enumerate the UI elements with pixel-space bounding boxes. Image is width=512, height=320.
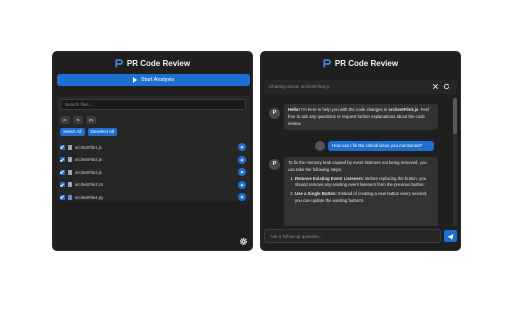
greeting-text: Hello! bbox=[288, 107, 300, 112]
checkbox-checked[interactable] bbox=[60, 169, 65, 175]
step-title: Remove Existing Event Listeners bbox=[295, 175, 363, 181]
scrollbar-thumb[interactable] bbox=[453, 98, 457, 134]
file-name: src/testFile3.js bbox=[75, 169, 102, 175]
list-item: Remove Existing Event Listeners: Before … bbox=[295, 176, 434, 190]
chat-input-row: Ask a follow-up question... bbox=[264, 229, 457, 243]
chat-messages: P Hello! I'm here to help you with the c… bbox=[264, 98, 451, 226]
start-analysis-button[interactable]: Start Analysis bbox=[57, 74, 250, 86]
filter-ts[interactable]: ts bbox=[73, 116, 83, 124]
assistant-avatar: P bbox=[269, 159, 280, 170]
file-list-container: Search files... js ts py Select All Dese… bbox=[57, 96, 250, 204]
extension-filters: js ts py bbox=[60, 116, 97, 124]
list-item: Use a Single Button: Instead of creating… bbox=[295, 191, 434, 205]
pr-logo-icon bbox=[115, 58, 123, 67]
file-name: src/testFile3.cs bbox=[75, 182, 103, 188]
send-button[interactable] bbox=[444, 230, 457, 242]
file-name: src/testFile4.py bbox=[75, 194, 104, 200]
select-all-button[interactable]: Select All bbox=[60, 128, 85, 136]
file-icon bbox=[68, 157, 72, 163]
checkbox-checked[interactable] bbox=[60, 157, 65, 163]
file-icon bbox=[68, 169, 72, 175]
view-icon[interactable]: ◉ bbox=[238, 180, 246, 189]
assistant-message: Hello! I'm here to help you with the cod… bbox=[284, 104, 438, 131]
assistant-avatar: P bbox=[269, 108, 280, 119]
refresh-icon[interactable] bbox=[443, 83, 450, 90]
file-icon bbox=[68, 182, 72, 188]
chatting-about-label: Chatting about: src/testFile3.js bbox=[269, 84, 330, 89]
file-icon bbox=[68, 144, 72, 150]
pr-logo-icon bbox=[323, 58, 331, 67]
app-title: PR Code Review bbox=[334, 58, 399, 68]
message-text: To fix the memory leak caused by event l… bbox=[288, 160, 427, 172]
selection-controls: Select All Deselect All bbox=[60, 128, 118, 136]
steps-list: Remove Existing Event Listeners: Before … bbox=[295, 176, 434, 205]
view-icon[interactable]: ◉ bbox=[238, 143, 246, 152]
file-list: src/testFile1.js ◉ src/testFile2.js ◉ sr… bbox=[60, 141, 247, 204]
app-title: PR Code Review bbox=[126, 58, 191, 68]
checkbox-checked[interactable] bbox=[60, 144, 65, 150]
user-avatar-icon bbox=[315, 141, 325, 151]
file-name: src/testFile2.js bbox=[75, 157, 102, 163]
chat-scrollbar[interactable] bbox=[453, 98, 457, 226]
gear-icon[interactable] bbox=[239, 237, 248, 246]
checkbox-checked[interactable] bbox=[60, 182, 65, 188]
filter-py[interactable]: py bbox=[86, 116, 97, 124]
chat-panel: PR Code Review Chatting about: src/testF… bbox=[260, 51, 461, 251]
search-files-input[interactable]: Search files... bbox=[60, 99, 246, 110]
view-icon[interactable]: ◉ bbox=[238, 155, 246, 164]
assistant-message: To fix the memory leak caused by event l… bbox=[284, 157, 438, 226]
file-panel: PR Code Review Start Analysis Search fil… bbox=[52, 51, 253, 251]
view-icon[interactable]: ◉ bbox=[238, 193, 246, 202]
step-title: Use a Single Button bbox=[295, 191, 336, 197]
start-analysis-label: Start Analysis bbox=[140, 77, 175, 83]
chat-header: Chatting about: src/testFile3.js bbox=[264, 80, 457, 94]
file-item[interactable]: src/testFile3.js ◉ bbox=[60, 166, 247, 179]
close-icon[interactable] bbox=[432, 83, 439, 90]
file-item[interactable]: src/testFile1.js ◉ bbox=[60, 141, 247, 154]
python-file-icon bbox=[68, 194, 72, 200]
checkbox-checked[interactable] bbox=[60, 194, 65, 200]
filter-js[interactable]: js bbox=[60, 116, 70, 124]
play-icon bbox=[132, 77, 137, 83]
view-icon[interactable]: ◉ bbox=[238, 168, 246, 177]
file-item[interactable]: src/testFile3.cs ◉ bbox=[60, 179, 247, 192]
file-item[interactable]: src/testFile4.py ◉ bbox=[60, 191, 247, 204]
message-text: I'm here to help you with the code chang… bbox=[299, 107, 389, 112]
file-item[interactable]: src/testFile2.js ◉ bbox=[60, 154, 247, 167]
user-message: How can I fix the critical issue you men… bbox=[328, 141, 434, 151]
file-name: src/testFile1.js bbox=[75, 144, 102, 150]
deselect-all-button[interactable]: Deselect All bbox=[87, 128, 118, 136]
panel-header: PR Code Review bbox=[261, 52, 460, 74]
panel-header: PR Code Review bbox=[53, 52, 252, 74]
file-reference: src/testFile3.js bbox=[388, 107, 419, 112]
send-icon bbox=[447, 234, 454, 240]
chat-input[interactable]: Ask a follow-up question... bbox=[264, 229, 441, 243]
